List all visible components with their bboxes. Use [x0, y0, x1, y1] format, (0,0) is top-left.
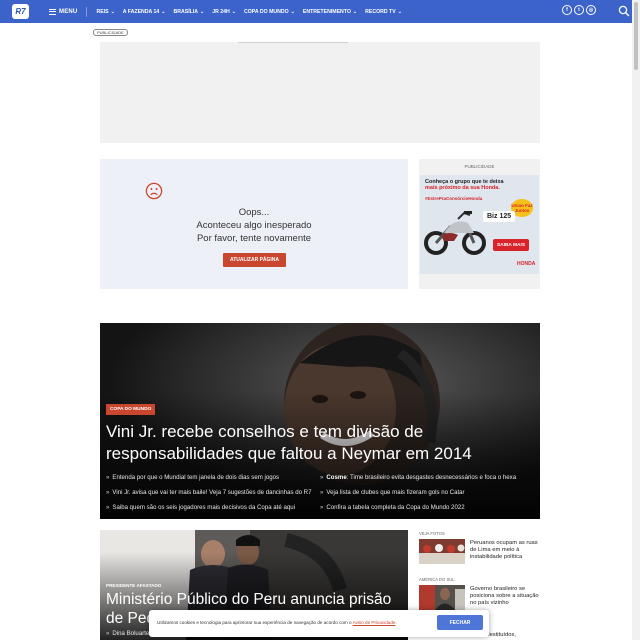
nav-items: REIS ⌄ A FAZENDA 14 ⌄ BRASÍLIA ⌄ JR 24H ⌄ CO… — [96, 9, 409, 15]
right-list-headline[interactable]: Peruanos ocupam as ruas de Lima em meio … — [470, 540, 540, 562]
chevron-down-icon: ⌄ — [352, 8, 358, 15]
right-list-thumbnail[interactable] — [419, 539, 465, 564]
cookie-text: Utilizamos cookies e tecnologia para apr… — [157, 620, 397, 625]
ad-divider — [238, 42, 348, 43]
facebook-icon[interactable]: f — [562, 5, 572, 15]
menu-label: MENU — [59, 8, 78, 15]
chevron-right-icon: » — [320, 504, 324, 511]
right-list-category[interactable]: AMÉRICA DO SUL — [419, 577, 455, 582]
instagram-icon[interactable]: ◎ — [586, 5, 596, 15]
top-navbar: R7 MENU REIS ⌄ A FAZENDA 14 ⌄ BRASÍLIA ⌄ JR… — [0, 0, 632, 23]
right-list-category[interactable]: VEJA FOTOS — [419, 531, 445, 536]
honda-model: Biz 125 — [483, 211, 516, 222]
r7-logo[interactable]: R7 — [12, 4, 29, 19]
chevron-down-icon: ⌄ — [231, 8, 236, 15]
hero-category-tag[interactable]: COPA DO MUNDO — [106, 404, 156, 415]
chevron-down-icon: ⌄ — [110, 8, 115, 15]
chevron-right-icon: » — [320, 474, 324, 481]
hamburger-icon — [49, 8, 56, 15]
honda-hashtag: #EstrePraConsórcioHonda — [425, 196, 483, 201]
privacy-notice-link[interactable]: Aviso de Privacidade — [353, 620, 396, 625]
hero-related-link[interactable]: » Entenda por que o Mundial tem janela de… — [106, 474, 279, 481]
right-list-thumbnail[interactable] — [419, 585, 465, 610]
logo-text: R7 — [15, 7, 26, 16]
chevron-down-icon: ⌄ — [397, 8, 402, 15]
nav-item-a-fazenda[interactable]: A FAZENDA 14 ⌄ — [123, 9, 166, 15]
twitter-icon[interactable]: t — [574, 5, 584, 15]
nav-item-entretenimento[interactable]: ENTRETENIMENTO ⌄ — [303, 9, 357, 15]
refresh-page-button[interactable]: ATUALIZAR PÁGINA — [223, 253, 286, 267]
hero-related-link[interactable]: » Confira a tabela completa da Copa do Mu… — [320, 504, 465, 511]
chevron-down-icon: ⌄ — [161, 8, 166, 15]
error-title: Oops... — [238, 207, 270, 218]
nav-divider — [86, 6, 88, 17]
hero-related-link[interactable]: » Cosme: Time brasileiro evita desgastes … — [320, 474, 516, 481]
secondary-category[interactable]: PRESIDENTE AFASTADO — [106, 583, 161, 588]
chevron-right-icon: » — [106, 474, 110, 481]
nav-item-record-tv[interactable]: RECORD TV ⌄ — [365, 9, 402, 15]
chevron-down-icon: ⌄ — [200, 8, 205, 15]
close-cookie-button[interactable]: FECHAR — [437, 615, 483, 630]
scrollbar-thumb[interactable] — [634, 2, 638, 70]
chevron-down-icon: ⌄ — [290, 8, 295, 15]
nav-item-copa[interactable]: COPA DO MUNDO ⌄ — [244, 9, 295, 15]
hero-related-link[interactable]: » Veja lista de clubes que mais fizeram g… — [320, 489, 465, 496]
search-icon[interactable] — [618, 5, 630, 17]
error-hint: Por favor, tente novamente — [196, 233, 312, 244]
chevron-right-icon: » — [320, 489, 324, 496]
nav-item-jr24h[interactable]: JR 24H ⌄ — [212, 9, 236, 15]
sad-face-icon — [145, 182, 163, 200]
nav-item-reis[interactable]: REIS ⌄ — [96, 9, 114, 15]
honda-cta-button[interactable]: SAIBA MAIS — [493, 239, 529, 251]
motorcycle-image — [424, 211, 486, 255]
right-list-headline[interactable]: Governo brasileiro se posiciona sobre a … — [470, 586, 540, 608]
ad-banner-top[interactable] — [100, 42, 540, 143]
ad-badge: PUBLICIDADE — [93, 29, 128, 36]
side-ad-label: PUBLICIDADE — [464, 164, 495, 169]
chevron-right-icon: » — [106, 504, 110, 511]
chevron-right-icon: » — [106, 630, 110, 637]
hero-headline[interactable]: Vini Jr. recebe conselhos e tem divisão … — [106, 421, 536, 465]
hero-related-link[interactable]: » Vini Jr. avisa que vai ter mais baile! … — [106, 489, 311, 496]
chevron-right-icon: » — [106, 489, 110, 496]
secondary-related-link[interactable]: » Dina Boluarte — [106, 630, 149, 637]
social-links: f t ◎ — [562, 5, 598, 15]
honda-headline: Conheça o grupo que te deixa mais próxim… — [425, 179, 504, 192]
honda-brand: HONDA — [517, 261, 536, 267]
error-message: Aconteceu algo inesperado — [196, 220, 312, 231]
honda-ad-creative[interactable]: Conheça o grupo que te deixa mais próxim… — [420, 175, 539, 274]
hero-related-link[interactable]: » Saiba quem são os seis jogadores mais d… — [106, 504, 295, 511]
menu-button[interactable]: MENU — [49, 8, 78, 15]
scrollbar-track[interactable] — [632, 0, 640, 640]
nav-item-brasilia[interactable]: BRASÍLIA ⌄ — [174, 9, 205, 15]
